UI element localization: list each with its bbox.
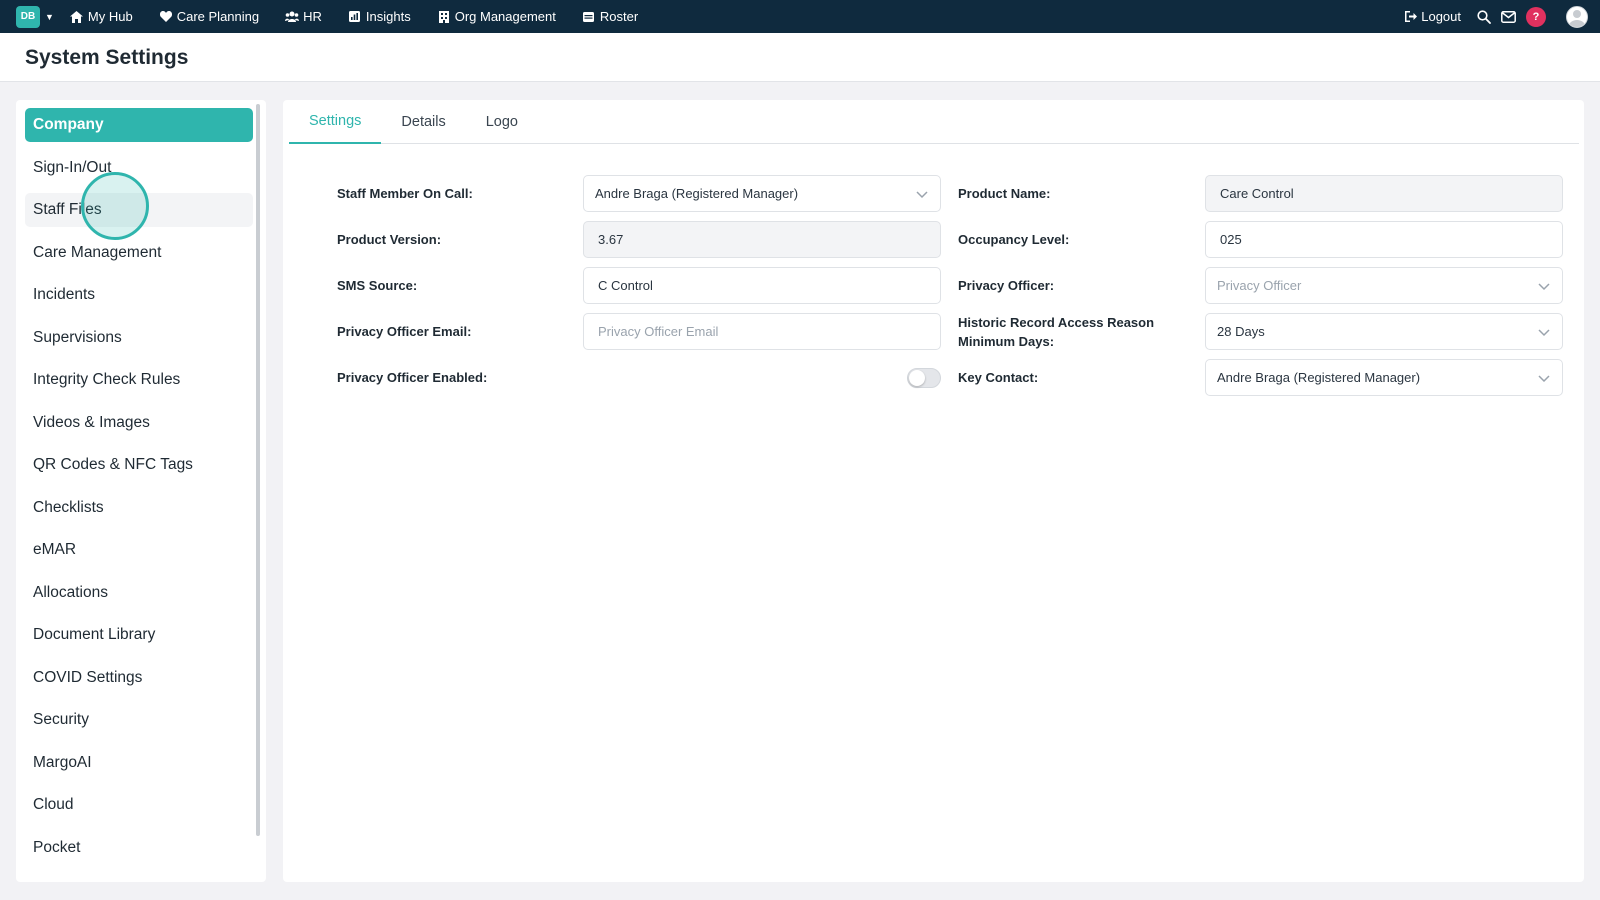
tab-details[interactable]: Details [381, 100, 465, 144]
nav-item-insights[interactable]: Insights [348, 9, 411, 24]
chevron-down-icon [1538, 375, 1550, 383]
occupancy-level-label: Occupancy Level: [958, 232, 1070, 247]
historic-record-days-label-line2: Minimum Days: [958, 334, 1055, 349]
logout-button[interactable]: Logout [1405, 9, 1461, 24]
nav-item-care-planning[interactable]: Care Planning [159, 9, 259, 24]
settings-panel: Settings Details Logo Staff Member On Ca… [283, 100, 1584, 882]
historic-record-days-select[interactable]: 28 Days [1205, 313, 1563, 350]
nav-item-label: Roster [599, 9, 639, 24]
sidebar-item-allocations[interactable]: Allocations [25, 576, 253, 610]
building-icon [437, 10, 451, 24]
sidebar-item-company[interactable]: Company [25, 108, 253, 142]
nav-item-label: My Hub [87, 9, 133, 24]
privacy-officer-email-input[interactable]: Privacy Officer Email [583, 313, 941, 350]
key-contact-value: Andre Braga (Registered Manager) [1217, 370, 1421, 385]
sidebar-item-cloud[interactable]: Cloud [25, 788, 253, 822]
sms-source-value: C Control [598, 278, 653, 293]
product-version-field: 3.67 [583, 221, 941, 258]
settings-category-list: Company Sign-In/Out Staff Files Care Man… [25, 108, 253, 873]
account-switcher[interactable]: DB ▼ [16, 5, 54, 28]
product-version-label: Product Version: [337, 232, 442, 247]
sidebar-item-checklists[interactable]: Checklists [25, 491, 253, 525]
nav-item-org-management[interactable]: Org Management [437, 9, 556, 24]
staff-on-call-value: Andre Braga (Registered Manager) [595, 186, 799, 201]
chart-icon [348, 10, 362, 24]
tab-logo[interactable]: Logo [466, 100, 538, 144]
sidebar-item-margoai[interactable]: MargoAI [25, 746, 253, 780]
sidebar-item-emar[interactable]: eMAR [25, 533, 253, 567]
occupancy-level-value: 025 [1220, 232, 1242, 247]
sidebar-item-qr-codes-nfc-tags[interactable]: QR Codes & NFC Tags [25, 448, 253, 482]
top-nav-bar: DB ▼ My Hub Care Planning HR Insights Or… [0, 0, 1600, 33]
search-icon[interactable] [1477, 9, 1491, 24]
product-version-value: 3.67 [598, 232, 624, 247]
sidebar-item-videos-images[interactable]: Videos & Images [25, 406, 253, 440]
chevron-down-icon [1538, 329, 1550, 337]
nav-item-label: Care Planning [176, 9, 260, 24]
sms-source-input[interactable]: C Control [583, 267, 941, 304]
staff-on-call-select[interactable]: Andre Braga (Registered Manager) [583, 175, 941, 212]
nav-item-label: HR [303, 9, 322, 24]
privacy-officer-email-placeholder: Privacy Officer Email [598, 324, 719, 339]
nav-item-roster[interactable]: Roster [582, 9, 638, 24]
logout-icon [1405, 11, 1418, 22]
calendar-icon [582, 10, 596, 24]
sidebar-item-document-library[interactable]: Document Library [25, 618, 253, 652]
sidebar-item-sign-in-out[interactable]: Sign-In/Out [25, 151, 253, 185]
tab-settings[interactable]: Settings [289, 100, 382, 144]
sidebar-item-covid-settings[interactable]: COVID Settings [25, 661, 253, 695]
product-name-label: Product Name: [958, 186, 1051, 201]
nav-item-my-hub[interactable]: My Hub [70, 9, 133, 24]
privacy-officer-label: Privacy Officer: [958, 278, 1055, 293]
heart-icon [159, 10, 173, 24]
nav-item-label: Insights [365, 9, 411, 24]
privacy-officer-email-label: Privacy Officer Email: [337, 324, 472, 339]
sidebar-item-incidents[interactable]: Incidents [25, 278, 253, 312]
key-contact-select[interactable]: Andre Braga (Registered Manager) [1205, 359, 1563, 396]
mail-icon[interactable] [1501, 10, 1516, 23]
chevron-down-icon [1538, 283, 1550, 291]
historic-record-days-label: Historic Record Access Reason Minimum Da… [958, 313, 1154, 351]
sidebar-scrollbar[interactable] [256, 104, 260, 836]
sidebar-item-supervisions[interactable]: Supervisions [25, 321, 253, 355]
logout-label: Logout [1421, 9, 1461, 24]
nav-item-hr[interactable]: HR [285, 9, 322, 24]
privacy-officer-enabled-toggle[interactable] [907, 368, 941, 388]
account-badge: DB [16, 5, 40, 28]
top-nav-actions: Logout ? [1405, 0, 1600, 33]
user-avatar[interactable] [1566, 5, 1588, 28]
home-icon [70, 10, 84, 24]
historic-record-days-value: 28 Days [1217, 324, 1265, 339]
chevron-down-icon: ▼ [45, 11, 54, 22]
product-name-value: Care Control [1220, 186, 1294, 201]
nav-item-label: Org Management [454, 9, 556, 24]
sidebar-item-pocket[interactable]: Pocket [25, 831, 253, 865]
sidebar-item-integrity-check-rules[interactable]: Integrity Check Rules [25, 363, 253, 397]
page-header: System Settings [0, 33, 1600, 82]
users-icon [285, 10, 300, 24]
privacy-officer-select[interactable]: Privacy Officer [1205, 267, 1563, 304]
page-title: System Settings [25, 46, 189, 69]
settings-sidebar: Company Sign-In/Out Staff Files Care Man… [16, 100, 266, 882]
sms-source-label: SMS Source: [337, 278, 418, 293]
sidebar-item-staff-files[interactable]: Staff Files [25, 193, 253, 227]
occupancy-level-input[interactable]: 025 [1205, 221, 1563, 258]
chevron-down-icon [916, 191, 928, 199]
sidebar-item-care-management[interactable]: Care Management [25, 236, 253, 270]
main-nav: My Hub Care Planning HR Insights Org Man… [70, 9, 664, 24]
settings-tabs: Settings Details Logo [289, 100, 1579, 144]
product-name-field: Care Control [1205, 175, 1563, 212]
privacy-officer-enabled-label: Privacy Officer Enabled: [337, 370, 488, 385]
help-icon[interactable]: ? [1526, 6, 1546, 27]
key-contact-label: Key Contact: [958, 370, 1039, 385]
privacy-officer-placeholder: Privacy Officer [1217, 278, 1302, 293]
sidebar-item-security[interactable]: Security [25, 703, 253, 737]
staff-on-call-label: Staff Member On Call: [337, 186, 473, 201]
historic-record-days-label-line1: Historic Record Access Reason [958, 315, 1155, 330]
